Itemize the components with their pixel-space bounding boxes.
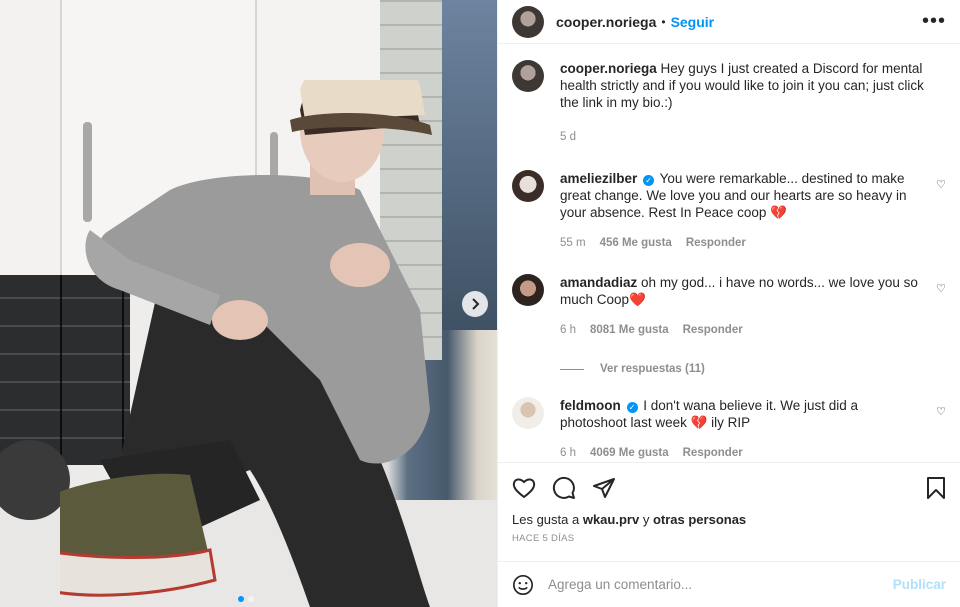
likes-prefix: Les gusta a [512,512,580,527]
caption-username[interactable]: cooper.noriega [560,61,657,76]
add-comment-bar: Publicar [498,561,960,607]
likes-middle: y [642,512,650,527]
verified-badge-icon: ✓ [626,402,638,413]
chevron-right-icon [472,298,480,310]
person-figure [60,80,432,607]
comment-item: feldmoon ✓ I don't wana believe it. We j… [512,397,946,462]
likes-summary: Les gusta a wkau.prv y otras personas [498,512,960,527]
avatar[interactable] [512,170,544,202]
follow-button[interactable]: Seguir [671,14,715,30]
author-username[interactable]: cooper.noriega [556,14,656,30]
heart-icon[interactable]: ♡ [936,405,946,418]
view-replies-button[interactable]: Ver respuestas (11) [560,363,946,375]
bookmark-icon[interactable] [926,476,946,500]
comment-item: amandadiaz oh my god... i have no words.… [512,274,946,339]
comment-time: 6 h [560,447,576,459]
next-photo-button[interactable] [462,291,488,317]
comment-time: 55 m [560,237,586,249]
caption: cooper.noriega Hey guys I just created a… [512,60,946,146]
reply-button[interactable]: Responder [683,445,743,462]
heart-icon[interactable]: ♡ [936,178,946,191]
reply-button[interactable]: Responder [683,322,743,339]
liker-username[interactable]: wkau.prv [583,512,639,527]
comment-icon[interactable] [552,476,576,500]
action-bar [498,462,960,512]
comment-username[interactable]: ameliezilber [560,171,637,186]
comment-likes[interactable]: 456 Me gusta [600,235,672,252]
caption-time: 5 d [560,131,576,143]
avatar[interactable] [512,397,544,429]
emoji-icon[interactable] [512,574,534,596]
post-photo[interactable] [0,0,497,607]
carousel-dot-active [238,596,244,602]
publish-button[interactable]: Publicar [893,577,946,592]
comments-list[interactable]: cooper.noriega Hey guys I just created a… [498,44,960,462]
cabinet-left [0,0,62,275]
comment-likes[interactable]: 8081 Me gusta [590,322,669,339]
comment-time: 6 h [560,324,576,336]
comment-likes[interactable]: 4069 Me gusta [590,445,669,462]
comment-username[interactable]: amandadiaz [560,275,637,290]
share-icon[interactable] [592,476,616,500]
avatar[interactable] [512,60,544,92]
verified-badge-icon: ✓ [643,175,655,186]
reply-button[interactable]: Responder [686,235,746,252]
heart-icon[interactable] [512,477,536,499]
avatar[interactable] [512,5,544,38]
post-date: HACE 5 DÍAS [512,533,575,544]
instagram-post-modal: cooper.noriega • Seguir ••• cooper.norie… [0,0,960,607]
avatar[interactable] [512,274,544,306]
post-header: cooper.noriega • Seguir ••• [498,0,960,44]
carousel-dots [238,596,254,602]
other-likers-link[interactable]: otras personas [653,512,746,527]
more-icon[interactable]: ••• [922,10,946,33]
post-side-panel: cooper.noriega • Seguir ••• cooper.norie… [497,0,960,607]
comment-input[interactable] [548,577,893,592]
comment-item: ameliezilber ✓ You were remarkable... de… [512,170,946,252]
separator-dot: • [661,14,666,29]
carousel-dot [248,596,254,602]
comment-username[interactable]: feldmoon [560,398,621,413]
heart-icon[interactable]: ♡ [936,282,946,295]
